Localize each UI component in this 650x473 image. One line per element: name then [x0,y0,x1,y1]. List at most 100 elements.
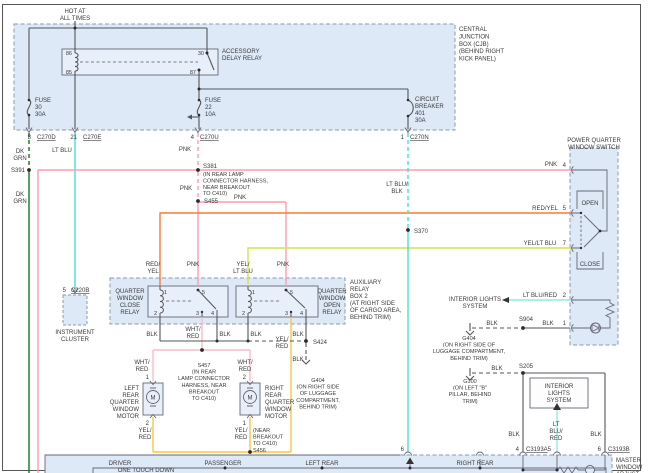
lt-blu-blk-label-line-0: LT BLU/ [386,182,408,188]
blk-label-5-line-0: BLK [292,357,303,363]
close-pin-4-line-0: 4 [211,311,214,317]
splice-s205 [521,371,525,375]
sw-pin-7-line-0: 7 [563,241,567,247]
rear-lamp-note-1: (IN REAR LAMP CONNECTOR HARNESS, NEAR BREA… [203,172,268,197]
s457-note-line-2: LAMP CONNECTOR [178,376,230,382]
close-pin-2-line-0: 2 [154,311,157,317]
c3193a-pin-line-0: 4 [516,447,520,453]
open-relay-pivot [284,288,288,292]
sw-pin-5: 5 [563,206,567,212]
switch-feed-node [598,229,602,233]
c220b-pin-line-0: 5 [63,288,67,294]
accessory-delay-relay-label-line-0: ACCESSORY [222,49,260,55]
blk-label-3: BLK [250,332,261,338]
c220b-name: C220B [71,288,89,294]
dk-grn-label-2: DK GRN [13,192,26,205]
red-yel-label-1: RED/YEL [532,206,558,212]
bottom-pin-6: 6 [401,447,405,453]
relay-pin-86: 86 [66,51,72,57]
left-motor-m: M [151,396,156,402]
splice-s457 [200,348,204,352]
wiring-diagram-page: M M HOT AT ALL TIMES CENTRAL JUNCTION BO… [0,0,650,473]
yel-red-label-3-line-1: RED [235,435,248,441]
right-motor-label-line-2: QUARTER [265,400,295,406]
right-motor-label-line-3: WINDOW [265,407,292,413]
s456-note-line-1: BREAKOUT [253,435,284,441]
cjb-label-line-1: JUNCTION [459,34,489,40]
s381-label: S381 [203,164,218,170]
yel-lt-blu-label-2-line-0: YEL/ [236,262,249,268]
left-motor-label-line-4: MOTOR [117,414,140,420]
lt-blu-label: LT BLU [52,148,72,154]
yel-red-label-1-line-0: YEL/ [275,337,288,343]
fuse-dot [197,98,201,102]
open-relay-label-line-2: OPEN [323,303,340,309]
breaker-dot [406,114,410,118]
master-window-label: MASTERWINDOWADJUST [616,458,643,473]
g404-left-note-line-3: COMPARTMENT, [296,398,340,404]
cjb-label-line-2: BOX (CJB) [459,42,489,48]
rear-lamp-note-1-line-2: NEAR BREAKOUT [203,185,251,191]
fuse-30-label-line-2: 30A [35,112,46,118]
c270u-pin-line-0: 4 [191,135,195,141]
s455-label-line-0: S455 [204,199,219,205]
s424-label: S424 [313,340,328,346]
c3193b-pin-line-0: 6 [598,447,602,453]
open-pin-1: 1 [252,290,255,296]
wht-red-label-3-line-0: WHT/ [237,360,253,366]
left-motor-pin-2: 2 [146,421,150,427]
c270d-name-line-0: C270D [37,135,56,141]
c270u-name: C270U [200,135,219,141]
right-rear-label: RIGHT REAR [457,461,495,467]
pnk-label-3: PNK [234,195,246,201]
wht-red-label-2-line-0: WHT/ [134,360,150,366]
pnk-label-6: PNK [277,262,289,268]
master-window-label-line-0: MASTER [616,458,642,464]
s205-label: S205 [519,364,534,370]
pnk-label-1: PNK [179,147,191,153]
pnk-label-5: PNK [187,262,199,268]
c270d-name: C270D [37,135,56,141]
driver-label: DRIVER [109,461,132,467]
dk-grn-label-2-line-0: DK [16,192,24,198]
relay-pin-30: 30 [198,51,204,57]
blk-label-2-line-0: BLK [219,332,230,338]
aux-relay-box-label-line-2: BOX 2 [350,294,368,300]
g404-left-note-line-4: BEHIND TRIM) [299,404,337,410]
switch-contact [579,211,583,215]
c270n-pin: 1 [401,135,405,141]
circuit-breaker-label-line-0: CIRCUIT [415,97,440,103]
left-motor-label-line-1: REAR [122,393,139,399]
switch-open-label-line-0: OPEN [581,201,598,207]
close-pin-3: 3 [196,311,199,317]
yel-red-label-3-line-0: YEL/ [234,428,247,434]
fuse-dot [27,98,31,102]
central-junction-box [13,23,456,131]
interior-lights-label-1-line-1: SYSTEM [463,304,488,310]
master-window-label-line-1: WINDOW [616,465,643,471]
dk-grn-label-2-line-1: GRN [13,199,26,205]
relay-pin-85: 85 [66,70,72,76]
switch-close-label-line-0: CLOSE [580,262,600,268]
pnk-label-1-line-0: PNK [179,147,191,153]
pnk-label-4-line-0: PNK [545,162,557,168]
s904-label-line-0: S904 [519,317,534,323]
one-touch-down-label: ONE TOUCH DOWN [118,468,174,473]
s391-label-line-0: S391 [11,168,26,174]
junction-dot [521,468,525,472]
one-touch-down-label-line-0: ONE TOUCH DOWN [118,468,174,473]
open-pin-3-line-0: 3 [285,311,288,317]
lt-blu-red-label-2-line-2: RED [550,436,563,442]
open-pin-5: 5 [290,290,293,296]
close-pin-1: 1 [164,290,167,296]
circuit-breaker-label-line-2: 401 [415,111,426,117]
bottom-pin-5-line-0: 5 [548,447,552,453]
pnk-label-6-line-0: PNK [277,262,289,268]
s457-note-line-1: (IN REAR [192,370,216,376]
sw-pin-4-line-0: 4 [563,163,567,169]
accessory-delay-relay-label: ACCESSORY DELAY RELAY [222,49,262,62]
right-motor-pin-1: 1 [243,421,247,427]
lt-blu-red-label-1: LT BLU/RED [523,293,558,299]
circuit-breaker-label-line-3: 30A [415,118,426,124]
c3193a-pin: 4 [516,447,520,453]
